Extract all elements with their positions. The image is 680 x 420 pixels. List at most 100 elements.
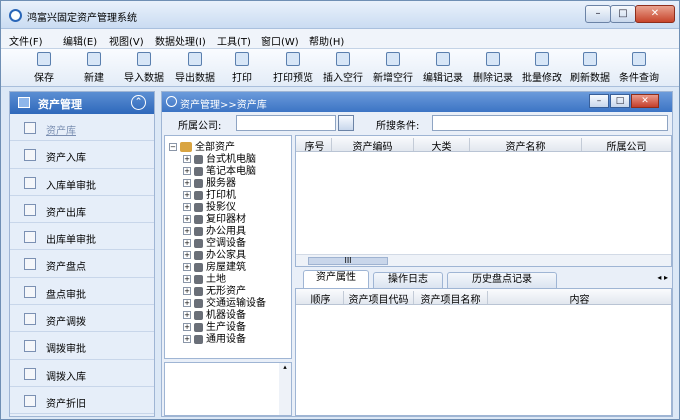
save-icon [37, 52, 51, 66]
window-title: 鸿富兴固定资产管理系统 [27, 13, 137, 24]
toolbar-import-button[interactable]: 导入数据 [118, 51, 170, 85]
column-header[interactable]: 顺序 [298, 291, 344, 306]
property-grid: 顺序 资产项目代码 资产项目名称 内容 [295, 288, 672, 416]
doc-icon [24, 231, 36, 244]
collapse-icon[interactable]: − [169, 143, 177, 151]
print-icon [235, 52, 249, 66]
panel-icon [166, 96, 177, 107]
toolbar-print-button[interactable]: 打印 [216, 51, 268, 85]
nav-item-transfer-approval[interactable]: 调拨审批 [10, 332, 154, 360]
query-icon [632, 52, 646, 66]
company-picker-button[interactable] [338, 115, 354, 131]
maximize-button[interactable]: □ [610, 5, 636, 23]
doc-icon [24, 122, 36, 134]
menu-tools[interactable]: 工具(T) [217, 33, 251, 48]
asset-management-icon [18, 97, 30, 108]
nav-item-asset-outbound[interactable]: 资产出库 [10, 196, 154, 224]
tree-detail-panel: ▴ [164, 362, 292, 416]
breadcrumb: 资产管理>>资产库 [180, 100, 267, 111]
nav-item-asset-inbound[interactable]: 资产入库 [10, 141, 154, 169]
nav-item-inventory-approval[interactable]: 盘点审批 [10, 278, 154, 306]
panel-minimize-button[interactable]: – [589, 94, 609, 108]
print-preview-icon [286, 52, 300, 66]
doc-icon [24, 313, 36, 326]
toolbar-new-button[interactable]: 新建 [68, 51, 120, 85]
left-nav-header: 资产管理 ⌃ [10, 92, 154, 114]
asset-tree: − 全部资产 + 台式机电脑 + 笔记本电脑 + 服务器 + 打印机 + 投影仪 + 复印器材… [164, 135, 292, 359]
panel-maximize-button[interactable]: □ [610, 94, 630, 108]
menu-window[interactable]: 窗口(W) [261, 33, 299, 48]
property-grid-header: 顺序 资产项目代码 资产项目名称 内容 [296, 289, 671, 306]
nav-item-asset-library[interactable]: 资产库 [10, 114, 154, 142]
insert-row-icon [336, 52, 350, 66]
asset-grid-header: 序号 资产编码 大类 资产名称 所属公司 [296, 136, 671, 153]
column-header[interactable]: 所属公司 [582, 138, 671, 153]
column-header[interactable]: 资产名称 [470, 138, 582, 153]
collapse-icon[interactable]: ⌃ [131, 95, 146, 110]
toolbar-query-button[interactable]: 条件查询 [613, 51, 665, 85]
vertical-scrollbar[interactable]: ▴ [279, 363, 291, 415]
batch-edit-icon [535, 52, 549, 66]
nav-item-inbound-approval[interactable]: 入库单审批 [10, 169, 154, 196]
doc-icon [24, 285, 36, 298]
nav-item-asset-inventory[interactable]: 资产盘点 [10, 250, 154, 278]
company-label: 所属公司: [178, 121, 222, 132]
menu-file[interactable]: 文件(F) [9, 33, 43, 48]
menu-help[interactable]: 帮助(H) [309, 33, 344, 48]
refresh-icon [583, 52, 597, 66]
toolbar-add-row-button[interactable]: 新增空行 [367, 51, 419, 85]
import-icon [137, 52, 151, 66]
menu-view[interactable]: 视图(V) [109, 33, 144, 48]
column-header[interactable]: 资产项目代码 [344, 291, 414, 306]
toolbar-save-button[interactable]: 保存 [18, 51, 70, 85]
tab-asset-properties[interactable]: 资产属性 [303, 270, 369, 288]
doc-icon [24, 203, 36, 216]
nav-item-outbound-approval[interactable]: 出库单审批 [10, 223, 154, 251]
app-window: 鸿富兴固定资产管理系统 – □ ✕ 文件(F) 编辑(E) 视图(V) 数据处理… [0, 0, 680, 420]
menu-edit[interactable]: 编辑(E) [63, 33, 97, 48]
column-header[interactable]: 大类 [414, 138, 470, 153]
column-header[interactable]: 序号 [298, 138, 332, 153]
panel-close-button[interactable]: ✕ [631, 94, 659, 108]
doc-icon [24, 149, 36, 162]
horizontal-scrollbar[interactable]: III [296, 254, 671, 266]
minimize-button[interactable]: – [585, 5, 611, 23]
toolbar-export-button[interactable]: 导出数据 [169, 51, 221, 85]
toolbar: 保存 新建 导入数据 导出数据 打印 打印预览 插入空行 新增空行 编辑记录 删… [1, 49, 679, 87]
close-button[interactable]: ✕ [635, 5, 675, 23]
tree-item[interactable]: + 通用设备 [183, 330, 246, 345]
column-header[interactable]: 资产编码 [332, 138, 414, 153]
add-row-icon [386, 52, 400, 66]
nav-item-transfer-inbound[interactable]: 调拨入库 [10, 360, 154, 387]
delete-record-icon [486, 52, 500, 66]
toolbar-refresh-button[interactable]: 刷新数据 [564, 51, 616, 85]
toolbar-delete-record-button[interactable]: 删除记录 [467, 51, 519, 85]
toolbar-edit-record-button[interactable]: 编辑记录 [417, 51, 469, 85]
toolbar-batch-edit-button[interactable]: 批量修改 [516, 51, 568, 85]
edit-record-icon [436, 52, 450, 66]
left-nav-panel: 资产管理 ⌃ 资产库 资产入库 入库单审批 资产出库 出库单审批 资产盘点 盘点… [9, 91, 155, 417]
scroll-thumb[interactable]: III [308, 257, 388, 265]
export-icon [188, 52, 202, 66]
asset-grid: 序号 资产编码 大类 资产名称 所属公司 III [295, 135, 672, 267]
menu-bar: 文件(F) 编辑(E) 视图(V) 数据处理(I) 工具(T) 窗口(W) 帮助… [1, 29, 679, 49]
main-panel-header: 资产管理>>资产库 – □ ✕ [162, 92, 672, 112]
tab-inventory-history[interactable]: 历史盘点记录 [447, 272, 557, 288]
nav-item-asset-depreciation[interactable]: 资产折旧 [10, 387, 154, 415]
menu-data[interactable]: 数据处理(I) [155, 33, 206, 48]
filter-bar: 所属公司: 所搜条件: [162, 112, 672, 134]
condition-input[interactable] [432, 115, 668, 131]
tab-scroll-arrows[interactable]: ◂ ▸ [657, 273, 668, 282]
toolbar-print-preview-button[interactable]: 打印预览 [267, 51, 319, 85]
nav-item-asset-transfer[interactable]: 资产调拨 [10, 305, 154, 333]
database-icon [194, 334, 203, 344]
column-header[interactable]: 资产项目名称 [414, 291, 488, 306]
tab-operation-log[interactable]: 操作日志 [373, 272, 443, 288]
doc-icon [24, 394, 36, 407]
company-input[interactable] [236, 115, 336, 131]
column-header[interactable]: 内容 [488, 291, 671, 306]
toolbar-insert-row-button[interactable]: 插入空行 [317, 51, 369, 85]
left-nav-title: 资产管理 [38, 98, 82, 111]
doc-icon [24, 367, 36, 380]
expand-icon[interactable]: + [183, 335, 191, 343]
